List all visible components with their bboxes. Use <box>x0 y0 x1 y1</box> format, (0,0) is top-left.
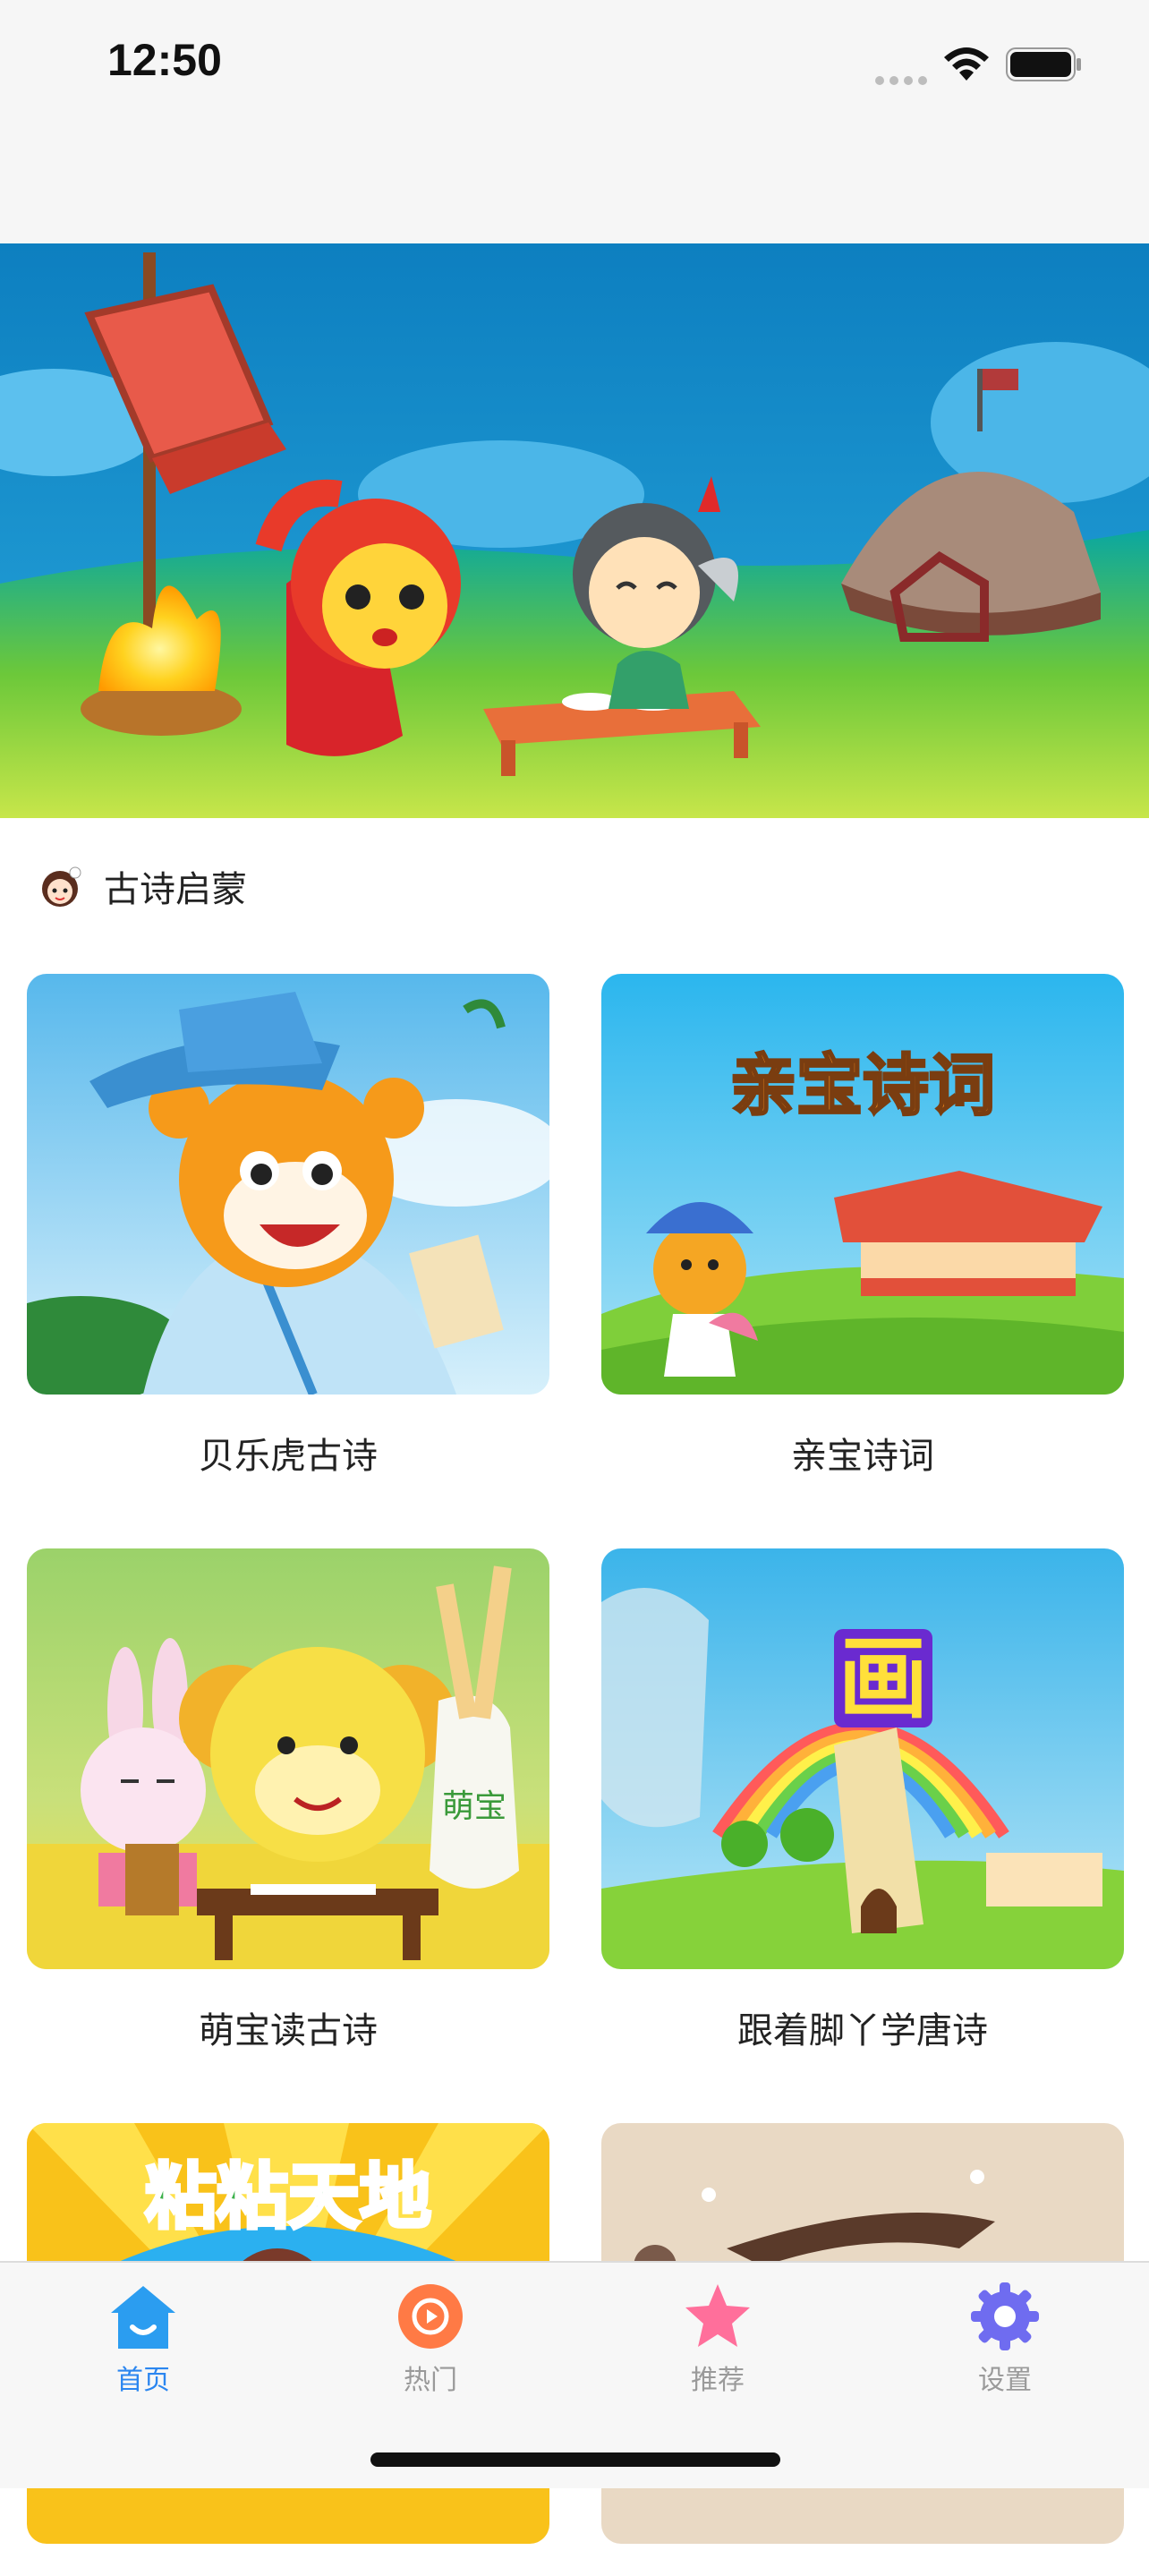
gear-icon <box>971 2282 1039 2350</box>
card-thumbnail[interactable]: 萌宝 <box>27 1548 549 1969</box>
play-icon <box>398 2284 463 2349</box>
tab-label: 热门 <box>404 2365 457 2396</box>
tab-settings[interactable]: 设置 <box>915 2281 1094 2397</box>
signal-icon <box>875 72 932 89</box>
tab-hot[interactable]: 热门 <box>341 2281 520 2397</box>
wifi-icon <box>944 47 989 81</box>
card-qinbao-poems[interactable]: 亲宝诗词 亲宝诗词 <box>601 974 1124 1479</box>
star-icon <box>685 2284 750 2347</box>
thumb-title-text: 画 <box>838 1626 928 1731</box>
tab-recommend[interactable]: 推荐 <box>628 2281 807 2397</box>
section-header: 古诗启蒙 <box>36 857 247 915</box>
card-label: 亲宝诗词 <box>791 1436 934 1477</box>
tab-label: 首页 <box>116 2365 170 2396</box>
card-thumbnail[interactable]: 亲宝诗词 <box>601 974 1124 1395</box>
card-label: 萌宝读古诗 <box>199 2010 378 2051</box>
card-footprints-tang-poems[interactable]: 画 跟着脚丫学唐诗 <box>601 1548 1124 2053</box>
status-bar: 12:50 <box>0 0 1149 243</box>
card-label: 贝乐虎古诗 <box>199 1436 378 1477</box>
card-label: 跟着脚丫学唐诗 <box>737 2010 988 2051</box>
tab-home[interactable]: 首页 <box>54 2281 233 2397</box>
banner-illustration <box>0 243 1149 818</box>
girl-avatar-icon <box>42 866 81 907</box>
svg-text:萌宝: 萌宝 <box>442 1788 506 1825</box>
card-thumbnail[interactable]: 画 <box>601 1548 1124 1969</box>
hero-banner[interactable] <box>0 243 1149 818</box>
home-icon <box>111 2286 175 2349</box>
tab-label: 设置 <box>978 2365 1032 2396</box>
tab-label: 推荐 <box>691 2365 745 2396</box>
status-time: 12:50 <box>107 35 222 85</box>
battery-icon <box>1006 47 1081 81</box>
thumb-title-text: 粘粘天地 <box>145 2155 431 2239</box>
card-beilehu-poems[interactable]: 贝乐虎古诗 <box>27 974 549 1479</box>
card-thumbnail[interactable] <box>27 974 549 1395</box>
thumb-title-text: 亲宝诗词 <box>730 1047 995 1124</box>
section-title: 古诗启蒙 <box>104 869 247 910</box>
card-mengbao-poems[interactable]: 萌宝 萌宝读古诗 <box>27 1548 549 2053</box>
home-indicator <box>370 2452 780 2467</box>
